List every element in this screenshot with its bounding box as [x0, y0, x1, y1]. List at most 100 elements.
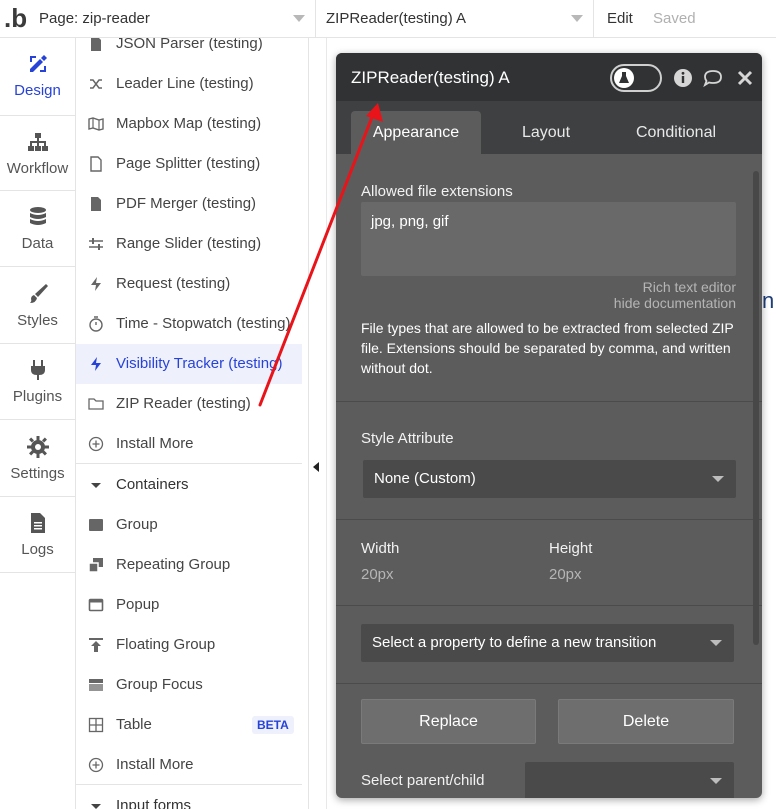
list-item-label: Repeating Group	[116, 556, 231, 573]
floating-group-icon	[89, 638, 103, 652]
style-section: Style Attribute None (Custom)	[336, 402, 762, 520]
property-editor-header[interactable]: ZIPReader(testing) A	[336, 53, 762, 101]
caret-down-icon	[91, 804, 101, 809]
nav-design[interactable]: Design	[0, 38, 75, 114]
install-more-label: Install More	[116, 756, 194, 773]
list-item-label: Group	[116, 516, 158, 533]
nav-workflow[interactable]: Workflow	[0, 115, 75, 191]
width-value[interactable]: 20px	[361, 566, 394, 583]
tab-appearance[interactable]: Appearance	[351, 111, 481, 154]
document-icon	[31, 513, 45, 533]
list-item[interactable]: ZIP Reader (testing)	[76, 384, 302, 424]
list-item[interactable]: Range Slider (testing)	[76, 224, 302, 264]
gear-icon	[27, 436, 49, 458]
list-item[interactable]: Repeating Group	[76, 545, 302, 585]
list-item[interactable]: JSON Parser (testing)	[76, 38, 302, 64]
list-item-label: PDF Merger (testing)	[116, 195, 257, 212]
list-item[interactable]: Popup	[76, 585, 302, 625]
element-selector[interactable]: ZIPReader(testing) A	[316, 0, 594, 38]
transition-dropdown[interactable]: Select a property to define a new transi…	[361, 624, 734, 662]
size-section: Width 20px Height 20px	[336, 520, 762, 606]
nav-styles-label: Styles	[17, 312, 58, 329]
replace-button[interactable]: Replace	[361, 699, 536, 744]
style-attribute-dropdown[interactable]: None (Custom)	[363, 460, 736, 498]
flask-icon	[619, 72, 629, 83]
parent-child-label: Select parent/child	[361, 772, 485, 789]
install-more-plugins[interactable]: Install More	[76, 424, 302, 464]
nav-workflow-label: Workflow	[6, 160, 69, 177]
nav-styles[interactable]: Styles	[0, 268, 75, 344]
nav-data[interactable]: Data	[0, 191, 75, 267]
nav-data-label: Data	[21, 235, 54, 252]
collapse-palette-icon[interactable]	[313, 462, 319, 472]
install-more-containers[interactable]: Install More	[76, 745, 302, 785]
style-attribute-value: None (Custom)	[374, 470, 476, 487]
property-tabs: Appearance Layout Conditional	[336, 101, 762, 154]
file-icon	[91, 197, 101, 211]
page-selector[interactable]: Page: zip-reader	[30, 0, 316, 38]
nav-logs[interactable]: Logs	[0, 497, 75, 573]
list-item[interactable]: Table BETA	[76, 705, 302, 745]
element-palette: JSON Parser (testing) Leader Line (testi…	[76, 38, 309, 809]
shuffle-icon	[90, 79, 102, 89]
beta-badge: BETA	[252, 716, 294, 734]
saved-status: Saved	[653, 10, 696, 27]
hide-documentation-link[interactable]: hide documentation	[614, 295, 736, 311]
list-item[interactable]: Group	[76, 505, 302, 545]
nav-settings[interactable]: Settings	[0, 421, 75, 497]
folder-icon	[88, 398, 104, 410]
nav-logs-label: Logs	[21, 541, 54, 558]
list-item-label: Range Slider (testing)	[116, 235, 262, 252]
list-item-label: Page Splitter (testing)	[116, 155, 261, 172]
property-editor-scrollbar[interactable]	[753, 171, 759, 645]
list-item[interactable]: Group Focus	[76, 665, 302, 705]
file-icon	[90, 156, 102, 172]
height-label: Height	[549, 540, 593, 557]
property-documentation: File types that are allowed to be extrac…	[361, 320, 734, 376]
list-item[interactable]: Page Splitter (testing)	[76, 144, 302, 184]
list-item[interactable]: Leader Line (testing)	[76, 64, 302, 104]
parent-child-dropdown[interactable]	[525, 762, 734, 798]
nav-plugins[interactable]: Plugins	[0, 344, 75, 420]
delete-button[interactable]: Delete	[558, 699, 734, 744]
list-item-selected[interactable]: Visibility Tracker (testing)	[76, 344, 302, 384]
nav-plugins-label: Plugins	[12, 388, 63, 405]
debug-toggle[interactable]	[610, 64, 662, 92]
list-item-label: Popup	[116, 596, 160, 613]
list-item-label: Request (testing)	[116, 275, 231, 292]
tab-conditional[interactable]: Conditional	[611, 111, 741, 154]
database-icon	[30, 207, 46, 225]
bubble-editor: .b Page: zip-reader ZIPReader(testing) A…	[0, 0, 776, 809]
allowed-extensions-input[interactable]: jpg, png, gif	[361, 202, 736, 276]
list-item-label: Leader Line (testing)	[116, 75, 254, 92]
list-item-label: JSON Parser (testing)	[116, 38, 263, 52]
page-selector-label: Page: zip-reader	[39, 10, 150, 27]
popup-icon	[88, 598, 104, 612]
tab-layout[interactable]: Layout	[486, 111, 606, 154]
category-input-forms[interactable]: Input forms	[76, 786, 302, 809]
category-containers[interactable]: Containers	[76, 465, 302, 505]
stopwatch-icon	[89, 316, 103, 332]
list-item[interactable]: Mapbox Map (testing)	[76, 104, 302, 144]
edit-menu[interactable]: Edit	[607, 0, 633, 38]
repeating-group-icon	[88, 558, 103, 573]
rich-text-editor-link[interactable]: Rich text editor	[643, 279, 736, 295]
left-nav: Design Workflow Data Styles Plugins Sett…	[0, 38, 76, 809]
bubble-logo[interactable]: .b	[4, 4, 28, 32]
top-bar: .b Page: zip-reader ZIPReader(testing) A…	[0, 0, 776, 38]
sliders-icon	[89, 238, 103, 250]
close-icon[interactable]	[734, 67, 756, 89]
list-item[interactable]: Floating Group	[76, 625, 302, 665]
comment-icon[interactable]	[702, 67, 724, 89]
list-item[interactable]: Time - Stopwatch (testing)	[76, 304, 302, 344]
plug-icon	[31, 360, 45, 380]
list-item[interactable]: Request (testing)	[76, 264, 302, 304]
group-icon	[89, 519, 103, 531]
list-item[interactable]: PDF Merger (testing)	[76, 184, 302, 224]
height-value[interactable]: 20px	[549, 566, 582, 583]
brush-icon	[30, 284, 48, 303]
file-icon	[91, 38, 101, 51]
divider	[76, 784, 302, 785]
list-item-label: Time - Stopwatch (testing)	[116, 315, 291, 332]
info-icon[interactable]	[672, 67, 694, 89]
